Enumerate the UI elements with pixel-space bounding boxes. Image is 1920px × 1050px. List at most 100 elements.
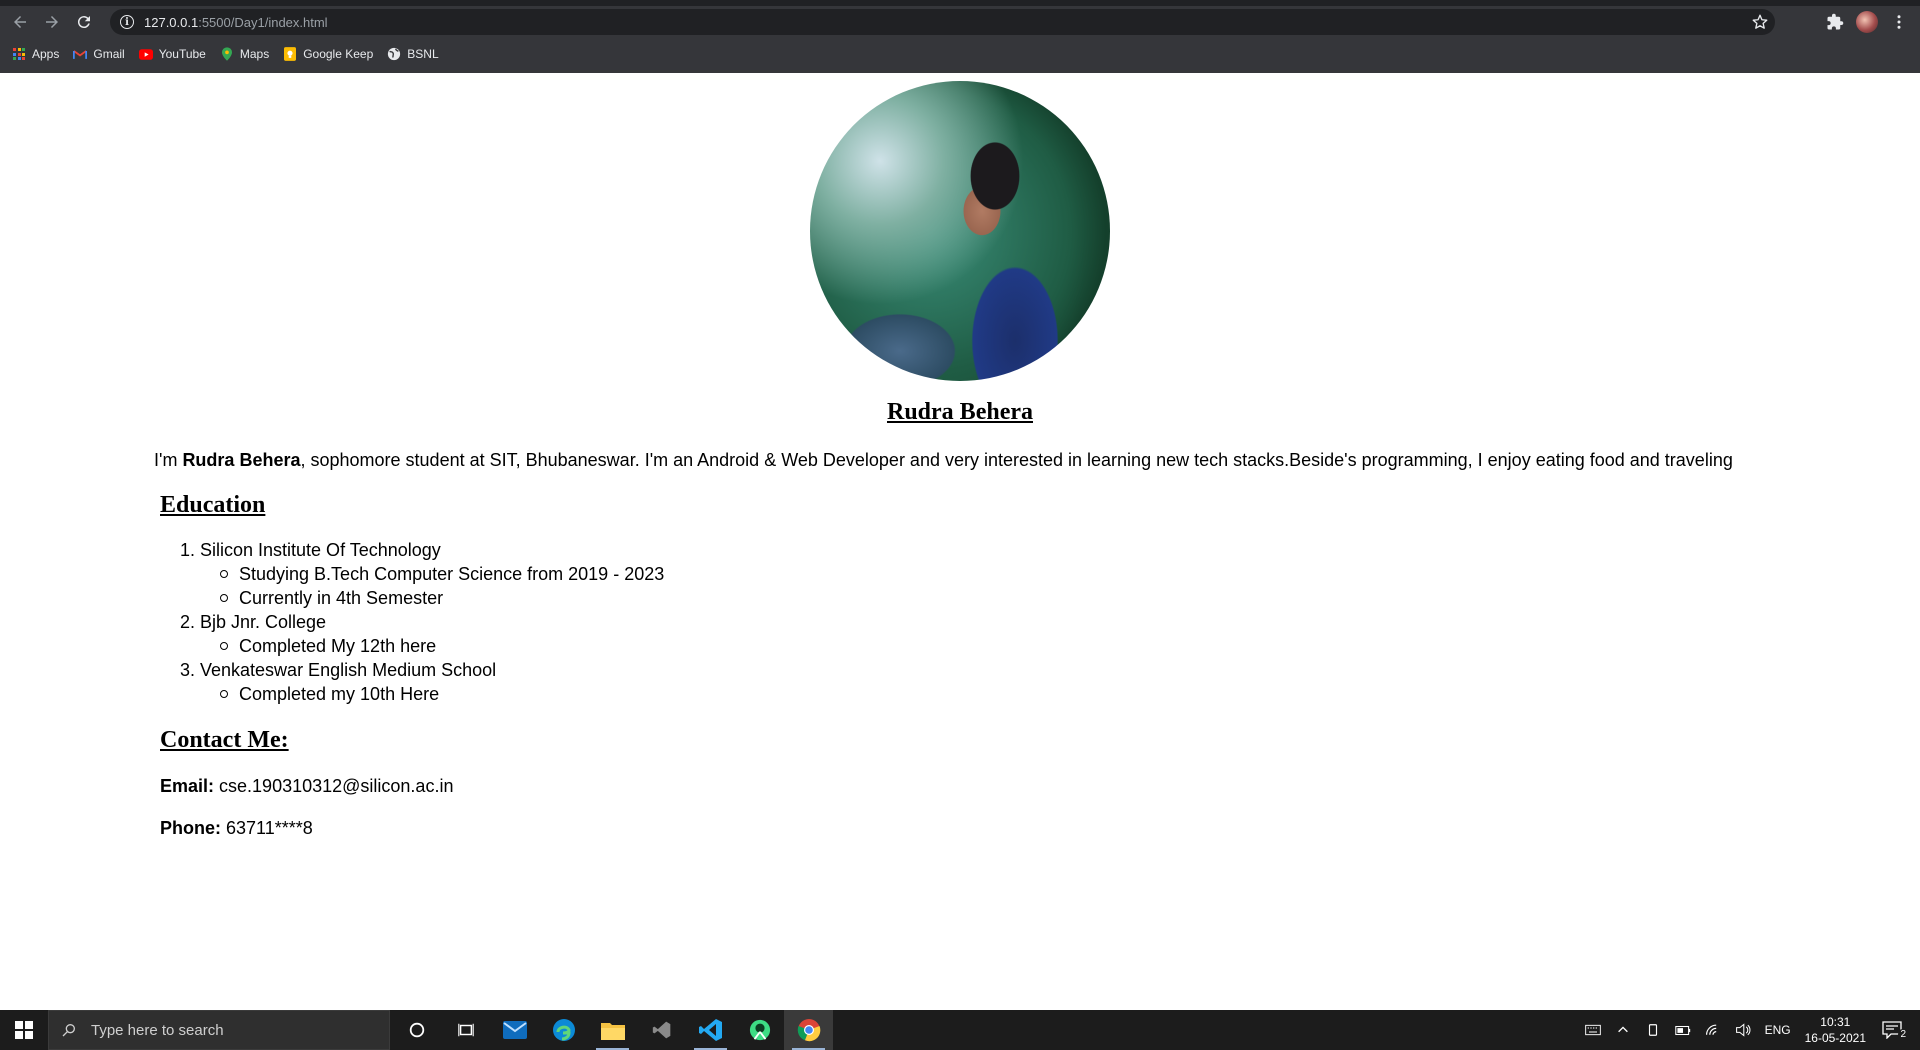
- email-line: Email: cse.190310312@silicon.ac.in: [160, 776, 453, 797]
- detail-text: Currently in 4th Semester: [239, 588, 444, 608]
- phone-value: 63711****8: [221, 818, 313, 838]
- taskbar-visual-studio[interactable]: [637, 1010, 686, 1050]
- browser-chrome: i 127.0.0.1:5500/Day1/index.html Apps G…: [0, 0, 1920, 73]
- bookmark-gmail[interactable]: Gmail: [73, 47, 125, 61]
- clock-date: 16-05-2021: [1804, 1031, 1866, 1045]
- profile-photo: [810, 81, 1110, 381]
- chevron-up-icon[interactable]: [1615, 1022, 1631, 1038]
- chrome-icon: [797, 1019, 820, 1042]
- forward-arrow-icon: [46, 16, 58, 28]
- language-indicator[interactable]: ENG: [1765, 1023, 1791, 1037]
- bookmark-bsnl[interactable]: BSNL: [387, 47, 439, 61]
- school-name: Silicon Institute Of Technology: [200, 540, 441, 560]
- circle-bullet-icon: [220, 690, 228, 698]
- phone-label: Phone:: [160, 818, 221, 838]
- list-item: 3. Venkateswar English Medium School: [180, 658, 664, 682]
- folder-icon: [600, 1023, 625, 1040]
- taskbar-edge[interactable]: [539, 1010, 588, 1050]
- bookmark-label: Apps: [32, 47, 60, 61]
- reload-button[interactable]: [68, 6, 100, 38]
- gmail-icon: [73, 47, 88, 61]
- page-title: Rudra Behera: [887, 399, 1033, 425]
- sub-list-item: Completed My 12th here: [180, 634, 664, 658]
- forward-button[interactable]: [36, 6, 68, 38]
- bookmark-label: Google Keep: [303, 47, 374, 61]
- profile-avatar[interactable]: [1856, 11, 1878, 33]
- system-tray: ENG 10:31 16-05-2021 2: [1584, 1010, 1920, 1050]
- bookmark-maps[interactable]: Maps: [220, 47, 269, 61]
- youtube-icon: [138, 47, 153, 61]
- usb-device-icon[interactable]: [1645, 1022, 1661, 1038]
- taskbar-mail[interactable]: [490, 1010, 539, 1050]
- visual-studio-icon: [652, 1021, 670, 1039]
- taskbar-apps: [392, 1010, 833, 1050]
- phone-line: Phone: 63711****8: [160, 818, 313, 839]
- bookmark-apps[interactable]: Apps: [12, 47, 59, 61]
- taskbar-vscode[interactable]: [686, 1010, 735, 1050]
- bookmarks-bar: Apps Gmail YouTube Maps Google Keep BSNL: [0, 42, 1920, 66]
- extensions-puzzle-icon[interactable]: [1824, 11, 1846, 33]
- bookmark-label: Maps: [239, 47, 270, 61]
- education-list: 1. Silicon Institute Of Technology Studyi…: [180, 538, 664, 706]
- intro-paragraph: I'm Rudra Behera, sophomore student at S…: [154, 450, 1733, 471]
- clock-time: 10:31: [1820, 1015, 1851, 1029]
- taskbar-file-explorer[interactable]: [588, 1010, 637, 1050]
- toolbar-right: [1824, 6, 1920, 38]
- battery-icon[interactable]: [1674, 1022, 1691, 1038]
- keep-icon: [283, 47, 297, 61]
- intro-prefix: I'm: [154, 450, 183, 470]
- list-item: 2. Bjb Jnr. College: [180, 610, 664, 634]
- vscode-icon: [698, 1019, 722, 1041]
- education-heading: Education: [160, 492, 266, 518]
- menu-kebab-icon[interactable]: [1888, 11, 1910, 33]
- school-name: Bjb Jnr. College: [200, 612, 327, 632]
- volume-icon[interactable]: [1735, 1022, 1751, 1038]
- keyboard-icon[interactable]: [1584, 1022, 1601, 1038]
- maps-pin-icon: [220, 47, 234, 61]
- taskbar-android-studio[interactable]: [735, 1010, 784, 1050]
- edge-icon: [552, 1019, 575, 1041]
- bookmark-youtube[interactable]: YouTube: [138, 47, 206, 61]
- list-number: 1.: [180, 540, 196, 560]
- task-view-button[interactable]: [441, 1010, 490, 1050]
- taskbar-search-box[interactable]: Type here to search: [48, 1010, 390, 1050]
- bookmark-label: YouTube: [158, 47, 206, 61]
- bookmark-star-icon[interactable]: [1751, 13, 1769, 31]
- page-content: Rudra Behera I'm Rudra Behera, sophomore…: [0, 73, 1920, 1010]
- task-view-icon: [457, 1023, 474, 1037]
- clock[interactable]: 10:31 16-05-2021: [1805, 1014, 1866, 1046]
- cortana-button[interactable]: [392, 1010, 441, 1050]
- search-icon: [62, 1024, 75, 1037]
- wifi-icon[interactable]: [1705, 1022, 1721, 1038]
- email-label: Email:: [160, 776, 215, 796]
- bookmark-label: BSNL: [407, 47, 439, 61]
- globe-icon: [387, 47, 401, 61]
- url-host: 127.0.0.1: [144, 14, 199, 30]
- back-button[interactable]: [4, 6, 36, 38]
- school-name: Venkateswar English Medium School: [200, 660, 497, 680]
- start-button[interactable]: [0, 1010, 48, 1050]
- notification-count-badge: 2: [1898, 1029, 1908, 1040]
- list-number: 2.: [180, 612, 196, 632]
- notifications-button[interactable]: 2: [1880, 1021, 1908, 1040]
- circle-bullet-icon: [220, 570, 228, 578]
- apps-grid-icon: [12, 47, 26, 61]
- site-info-icon[interactable]: i: [120, 15, 134, 29]
- sub-list-item: Studying B.Tech Computer Science from 20…: [180, 562, 664, 586]
- detail-text: Completed my 10th Here: [239, 684, 440, 704]
- detail-text: Completed My 12th here: [239, 636, 437, 656]
- taskbar-chrome[interactable]: [784, 1010, 833, 1050]
- bookmark-google-keep[interactable]: Google Keep: [283, 47, 373, 61]
- bookmark-label: Gmail: [93, 47, 125, 61]
- cortana-circle-icon: [409, 1022, 424, 1038]
- browser-toolbar: i 127.0.0.1:5500/Day1/index.html: [0, 6, 1920, 38]
- back-arrow-icon: [14, 16, 26, 28]
- email-value: cse.190310312@silicon.ac.in: [214, 776, 454, 796]
- list-item: 1. Silicon Institute Of Technology: [180, 538, 664, 562]
- search-placeholder: Type here to search: [91, 1021, 224, 1039]
- sub-list-item: Completed my 10th Here: [180, 682, 664, 706]
- address-bar[interactable]: i 127.0.0.1:5500/Day1/index.html: [110, 9, 1775, 35]
- circle-bullet-icon: [220, 642, 228, 650]
- android-studio-icon: [749, 1019, 770, 1041]
- sub-list-item: Currently in 4th Semester: [180, 586, 664, 610]
